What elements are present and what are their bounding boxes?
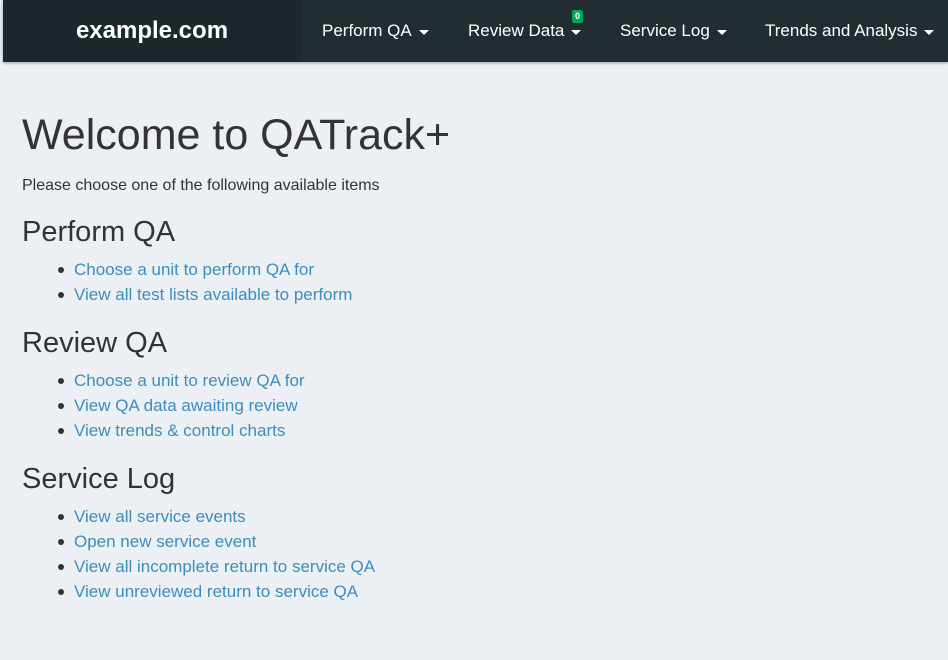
main-content: Welcome to QATrack+ Please choose one of… — [22, 108, 922, 604]
list-item: View all service events — [58, 504, 922, 529]
nav-service-log-dropdown[interactable]: Service Log — [620, 0, 727, 62]
link-view-all-service-events[interactable]: View all service events — [74, 507, 246, 526]
section-heading-perform-qa: Perform QA — [22, 216, 176, 248]
link-open-new-service-event[interactable]: Open new service event — [74, 532, 256, 551]
link-choose-unit-review[interactable]: Choose a unit to review QA for — [74, 371, 305, 390]
list-item: Choose a unit to perform QA for — [58, 257, 922, 282]
list-item: View all incomplete return to service QA — [58, 554, 922, 579]
list-item: Open new service event — [58, 529, 922, 554]
brand-logo[interactable]: example.com — [3, 0, 301, 62]
link-view-awaiting-review[interactable]: View QA data awaiting review — [74, 396, 298, 415]
list-item: View unreviewed return to service QA — [58, 579, 922, 604]
link-view-unreviewed-rts-qa[interactable]: View unreviewed return to service QA — [74, 582, 358, 601]
nav-trends-analysis-label: Trends and Analysis — [765, 21, 918, 40]
caret-down-icon — [924, 30, 935, 35]
list-item: View trends & control charts — [58, 418, 922, 443]
link-view-trends-charts[interactable]: View trends & control charts — [74, 421, 285, 440]
nav-review-data-dropdown[interactable]: Review Data 0 — [468, 0, 584, 62]
top-navbar: example.com Perform QA Review Data 0 Ser… — [3, 0, 948, 62]
section-heading-review-qa: Review QA — [22, 327, 168, 359]
nav-trends-analysis-dropdown[interactable]: Trends and Analysis — [765, 0, 935, 62]
nav-perform-qa-label: Perform QA — [322, 21, 412, 40]
caret-down-icon — [571, 30, 582, 35]
list-item: Choose a unit to review QA for — [58, 368, 922, 393]
link-choose-unit-perform[interactable]: Choose a unit to perform QA for — [74, 260, 314, 279]
page-title: Welcome to QATrack+ — [22, 111, 451, 159]
service-log-links: View all service events Open new service… — [22, 504, 922, 604]
review-count-badge: 0 — [572, 10, 584, 23]
caret-down-icon — [418, 30, 429, 35]
link-view-incomplete-rts-qa[interactable]: View all incomplete return to service QA — [74, 557, 375, 576]
nav-perform-qa-dropdown[interactable]: Perform QA — [322, 0, 429, 62]
list-item: View all test lists available to perform — [58, 282, 922, 307]
section-heading-service-log: Service Log — [22, 463, 176, 495]
caret-down-icon — [716, 30, 727, 35]
intro-text: Please choose one of the following avail… — [22, 177, 380, 194]
nav-service-log-label: Service Log — [620, 21, 710, 40]
list-item: View QA data awaiting review — [58, 393, 922, 418]
review-qa-links: Choose a unit to review QA for View QA d… — [22, 368, 922, 443]
perform-qa-links: Choose a unit to perform QA for View all… — [22, 257, 922, 307]
link-view-all-test-lists[interactable]: View all test lists available to perform — [74, 285, 352, 304]
nav-review-data-label: Review Data — [468, 21, 565, 40]
